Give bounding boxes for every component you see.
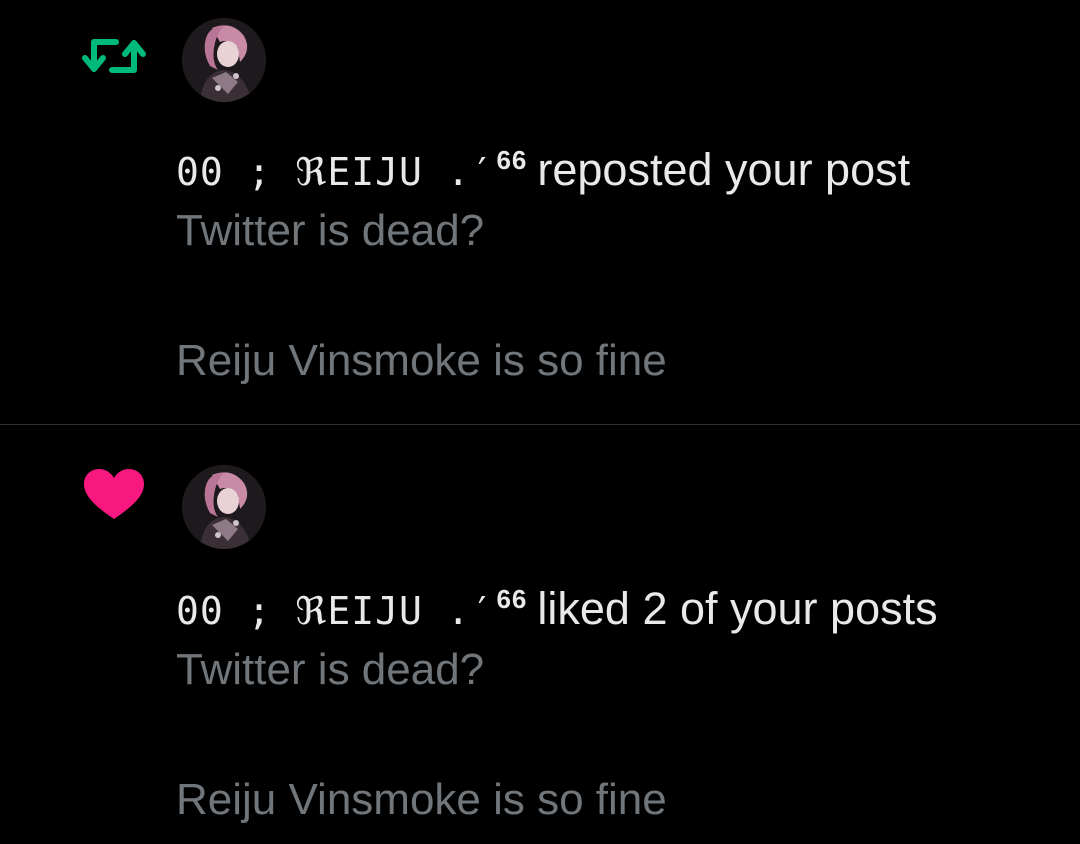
post-preview-line: Reiju Vinsmoke is so fine bbox=[176, 775, 667, 824]
notification-headline: 00 ; ℜEIJU .′66 reposted your post bbox=[176, 134, 910, 198]
heart-icon bbox=[80, 467, 148, 523]
post-preview-line: Twitter is dead? bbox=[176, 645, 485, 694]
avatar[interactable] bbox=[182, 465, 266, 549]
repost-icon bbox=[80, 28, 148, 84]
notification-headline: 00 ; ℜEIJU .′66 liked 2 of your posts bbox=[176, 573, 938, 637]
notification-item[interactable]: 00 ; ℜEIJU .′66 reposted your post Twitte… bbox=[0, 0, 1080, 424]
notification-action-text: reposted your post bbox=[537, 144, 911, 195]
user-handle-link[interactable]: 00 ; ℜEIJU .′66 bbox=[176, 584, 527, 633]
notification-item[interactable]: 00 ; ℜEIJU .′66 liked 2 of your posts Twi… bbox=[0, 424, 1080, 844]
notification-action-text: liked 2 of your posts bbox=[537, 583, 938, 634]
user-handle-link[interactable]: 00 ; ℜEIJU .′66 bbox=[176, 145, 527, 194]
post-preview-line: Reiju Vinsmoke is so fine bbox=[176, 336, 667, 385]
post-preview-line: Twitter is dead? bbox=[176, 206, 485, 255]
avatar[interactable] bbox=[182, 18, 266, 102]
